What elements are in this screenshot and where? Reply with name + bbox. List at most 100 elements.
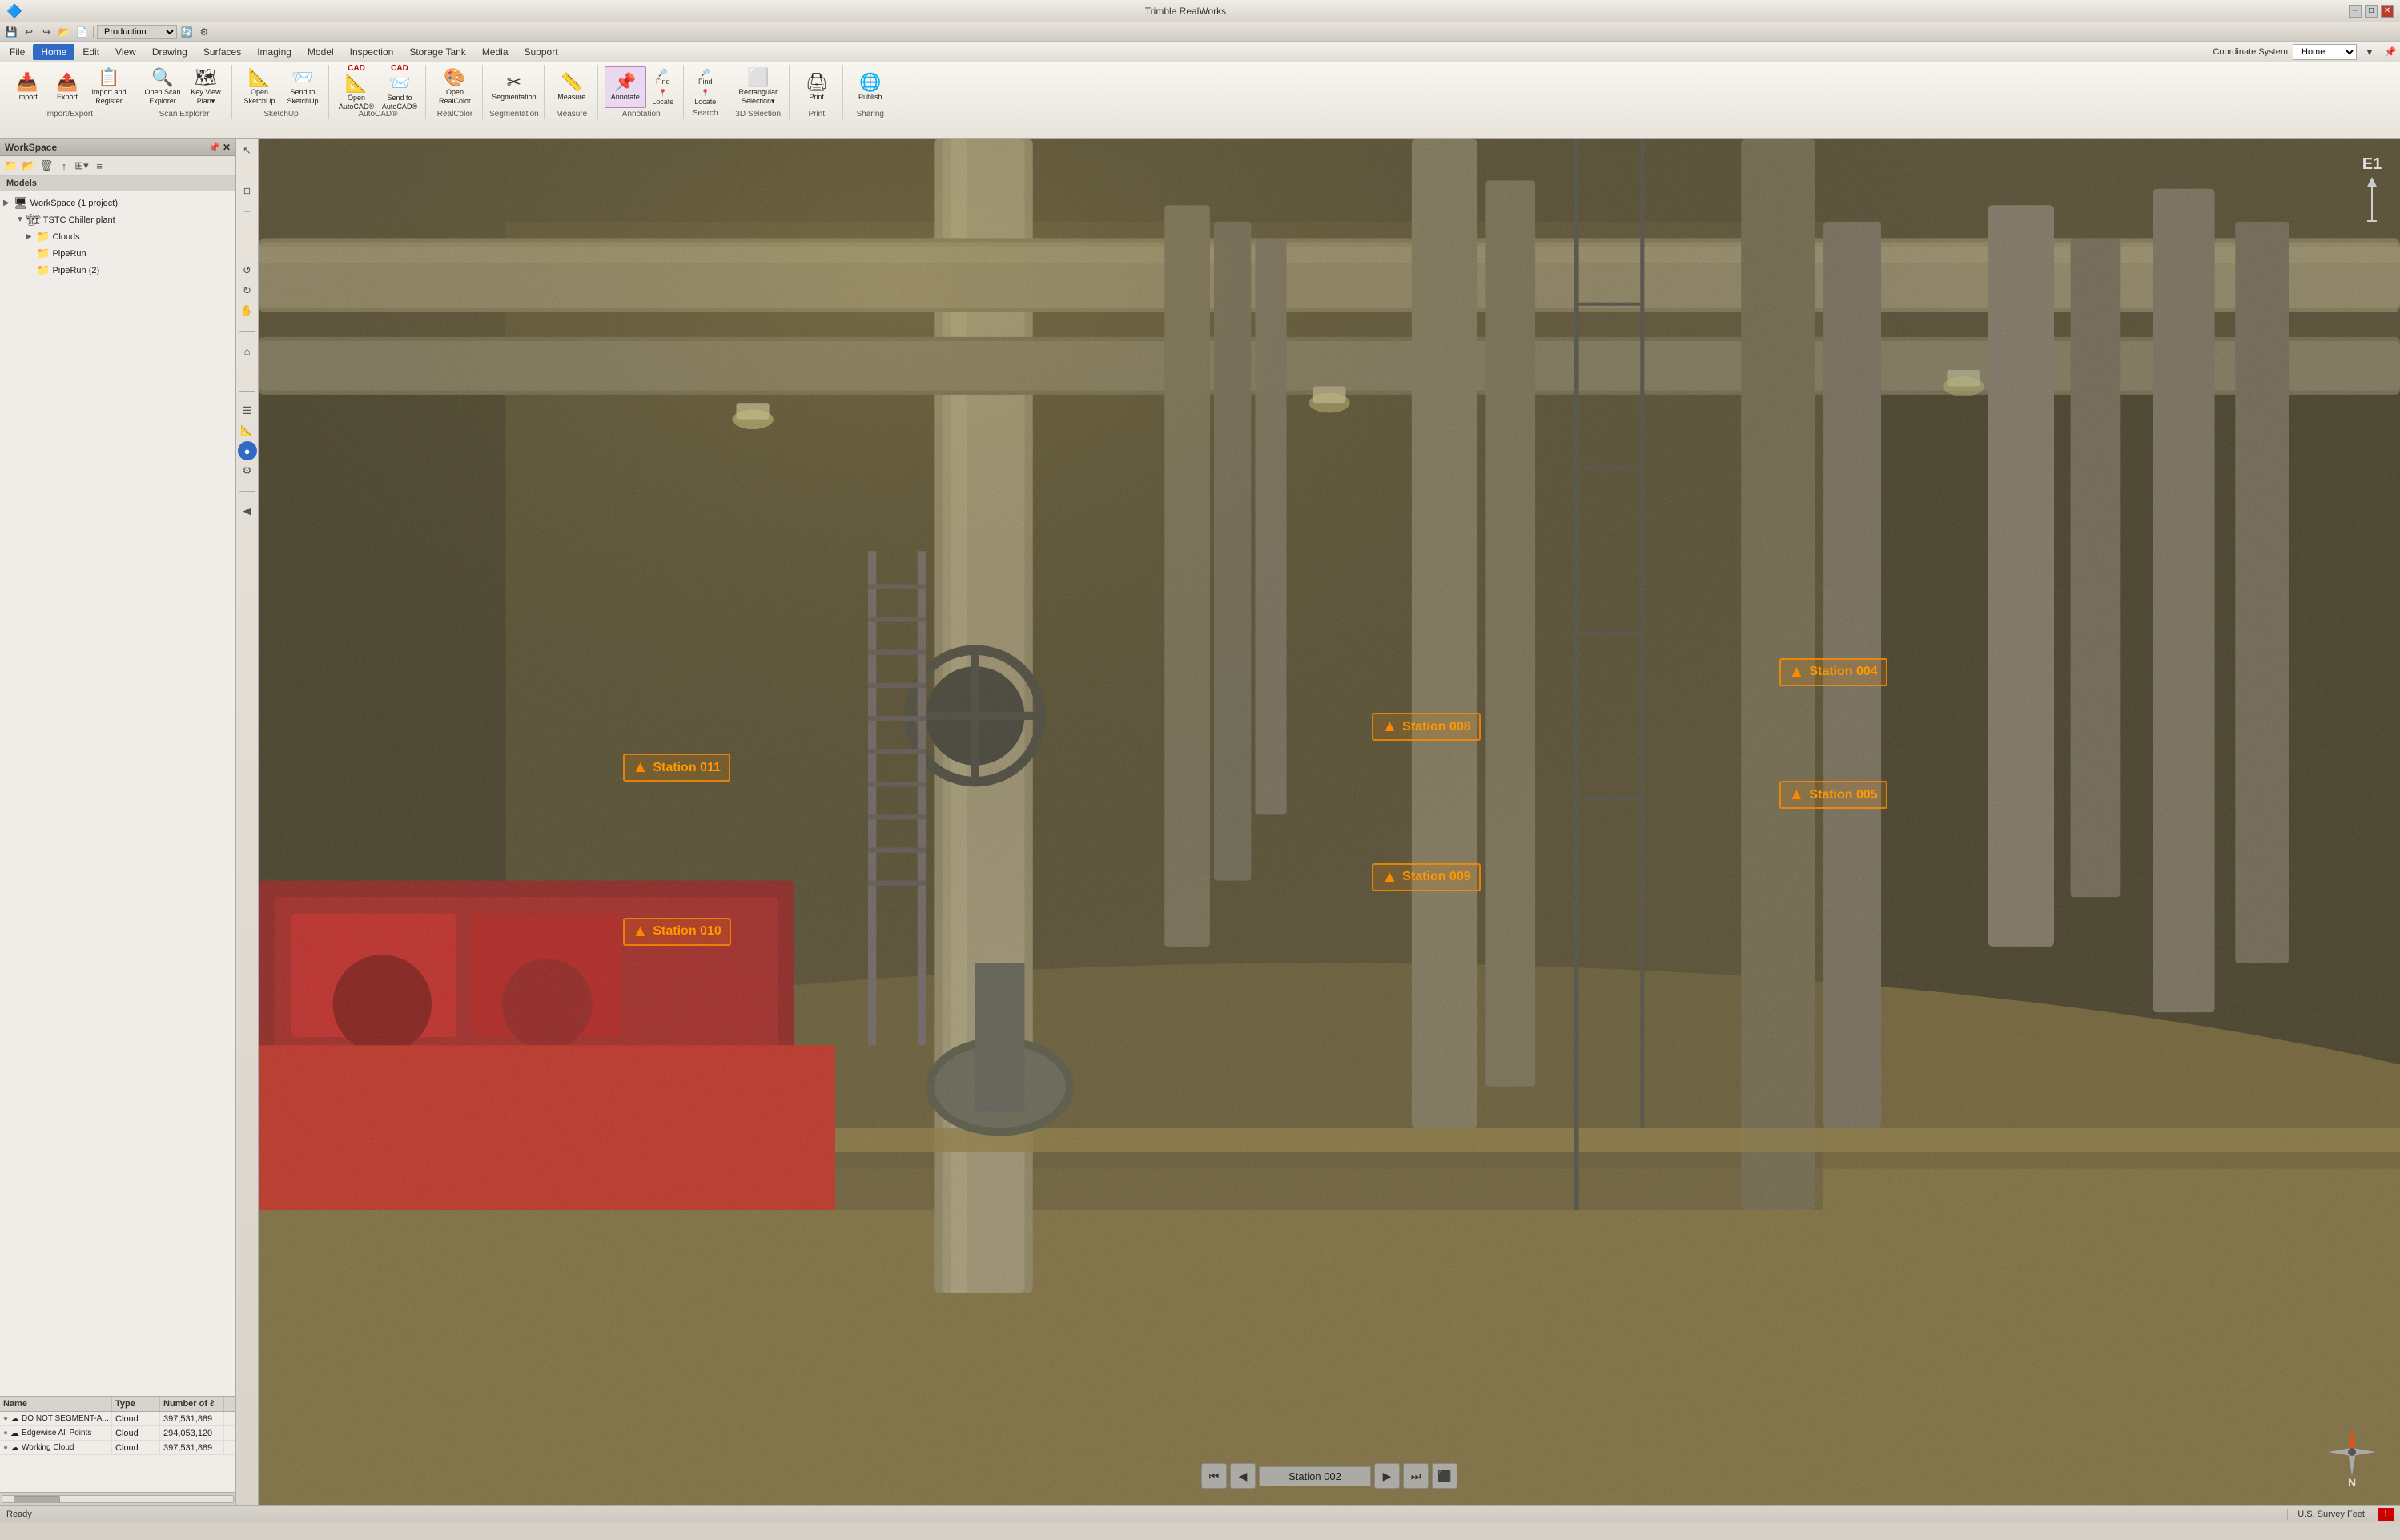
menu-imaging[interactable]: Imaging [249, 44, 299, 60]
key-view-plan-button[interactable]: 🗺 Key View Plan▾ [185, 66, 227, 108]
find-search-button[interactable]: 🔎 Find [690, 67, 721, 86]
left-arrow-button[interactable]: ◀ [238, 501, 257, 521]
station-009-label[interactable]: Station 009 [1372, 863, 1480, 891]
close-button[interactable]: ✕ [2381, 5, 2394, 18]
rectangular-selection-button[interactable]: ⬜ Rectangular Selection▾ [733, 66, 784, 108]
undo-icon[interactable]: ↩ [21, 24, 37, 40]
rotate-left-button[interactable]: ↺ [238, 261, 257, 280]
print-button[interactable]: 🖨 Print [796, 66, 838, 108]
open-icon[interactable]: 📂 [56, 24, 72, 40]
tree-piperun2[interactable]: 📁 PipeRun (2) [3, 262, 232, 279]
open-realcolor-button[interactable]: 🎨 Open RealColor [432, 66, 477, 108]
station-004-label[interactable]: Station 004 [1779, 658, 1887, 686]
open-sketchup-button[interactable]: 📐 Open SketchUp [239, 66, 280, 108]
send-autocad-button[interactable]: CAD 📨 Send to AutoCAD® [379, 66, 420, 108]
ws-up-button[interactable]: ↑ [56, 158, 72, 174]
nav-last-button[interactable]: ⏭ [1403, 1463, 1429, 1489]
menu-inspection[interactable]: Inspection [342, 44, 402, 60]
scroll-thumb[interactable] [14, 1496, 60, 1502]
measure-tool-button[interactable]: 📐 [238, 421, 257, 440]
open-autocad-button[interactable]: CAD 📐 Open AutoCAD® [336, 66, 377, 108]
nav-prev-button[interactable]: ◀ [1230, 1463, 1256, 1489]
qa-separator [93, 26, 94, 38]
table-row[interactable]: ● ☁ Edgewise All Points Cloud 294,053,12… [0, 1426, 235, 1441]
nav-next-button[interactable]: ▶ [1374, 1463, 1400, 1489]
top-view-button[interactable]: ⊤ [238, 361, 257, 380]
station-008-label[interactable]: Station 008 [1372, 713, 1480, 741]
tree-piperun-label: PipeRun [52, 249, 86, 259]
nav-fullscreen-button[interactable]: ⬛ [1432, 1463, 1457, 1489]
zoom-in-button[interactable]: + [238, 201, 257, 220]
tree-clouds[interactable]: ▶ 📁 Clouds [3, 228, 232, 245]
waypoint-button[interactable]: ● [238, 441, 257, 460]
workspace-close-icon[interactable]: ✕ [223, 142, 231, 153]
row2-name-label: Edgewise All Points [22, 1429, 91, 1437]
home-view-button[interactable]: ⌂ [238, 341, 257, 360]
viewport[interactable]: Station 011 Station 010 Station 008 Stat… [259, 139, 2400, 1505]
menu-edit[interactable]: Edit [74, 44, 107, 60]
workspace-pin-icon[interactable]: 📌 [208, 142, 220, 153]
tree-tstc-project[interactable]: ▼ 🏗 TSTC Chiller plant [3, 211, 232, 228]
settings-icon[interactable]: ⚙ [196, 24, 212, 40]
send-sketchup-button[interactable]: 📨 Send to SketchUp [282, 66, 324, 108]
tree-piperun[interactable]: 📁 PipeRun [3, 245, 232, 262]
coord-pin-icon[interactable]: 📌 [2382, 44, 2398, 60]
export-button[interactable]: 📤 Export [48, 66, 86, 108]
save-icon[interactable]: 💾 [3, 24, 19, 40]
menu-model[interactable]: Model [299, 44, 342, 60]
segmentation-button[interactable]: ✂ Segmentation [492, 66, 537, 108]
menu-support[interactable]: Support [517, 44, 566, 60]
project-dropdown[interactable]: Production [97, 25, 177, 39]
import-register-button[interactable]: 📋 Import and Register [88, 66, 130, 108]
rotate-right-button[interactable]: ↻ [238, 281, 257, 300]
menu-home[interactable]: Home [33, 44, 74, 60]
cursor-button[interactable]: ↖ [238, 141, 257, 160]
table-row[interactable]: ● ☁ Working Cloud Cloud 397,531,889 [0, 1441, 235, 1455]
coord-options-icon[interactable]: ▼ [2362, 44, 2378, 60]
measure-button[interactable]: 📏 Measure [551, 66, 593, 108]
publish-button[interactable]: 🌐 Publish [850, 66, 891, 108]
ws-filter-button[interactable]: ≡ [91, 158, 107, 174]
menu-storage-tank[interactable]: Storage Tank [401, 44, 474, 60]
new-icon[interactable]: 📄 [74, 24, 90, 40]
workspace-scrollbar[interactable] [0, 1492, 235, 1505]
locate-button[interactable]: 📍 Locate [648, 88, 678, 107]
station-010-label[interactable]: Station 010 [623, 918, 731, 946]
menu-file[interactable]: File [2, 44, 33, 60]
workspace-models-tab[interactable]: Models [0, 176, 235, 191]
import-icon: 📥 [16, 74, 38, 91]
annotate-button[interactable]: 📌 Annotate [605, 66, 646, 108]
maximize-button[interactable]: □ [2365, 5, 2378, 18]
ws-open-button[interactable]: 📂 [21, 158, 37, 174]
settings-toolbar-button[interactable]: ⚙ [238, 461, 257, 480]
ws-new-folder-button[interactable]: 📁 [3, 158, 19, 174]
find-button[interactable]: 🔎 Find [648, 68, 678, 87]
menu-view[interactable]: View [107, 44, 144, 60]
scroll-track[interactable] [2, 1495, 234, 1503]
import-button[interactable]: 📥 Import [8, 66, 46, 108]
coordinate-system-dropdown[interactable]: Home [2293, 44, 2357, 60]
station-011-label[interactable]: Station 011 [623, 754, 730, 782]
zoom-extents-button[interactable]: ⊞ [238, 181, 257, 200]
menu-drawing[interactable]: Drawing [144, 44, 195, 60]
ws-view-dropdown[interactable]: ⊞▾ [74, 158, 90, 174]
find-search-icon: 🔎 [701, 69, 710, 78]
nav-first-button[interactable]: ⏮ [1201, 1463, 1227, 1489]
layers-button[interactable]: ☰ [238, 401, 257, 420]
tree-workspace-root[interactable]: ▶ 🖥 WorkSpace (1 project) [3, 195, 232, 211]
table-row[interactable]: ● ☁ DO NOT SEGMENT-A... Cloud 397,531,88… [0, 1412, 235, 1426]
refresh-icon[interactable]: 🔄 [179, 24, 195, 40]
zoom-out-button[interactable]: − [238, 221, 257, 240]
row2-dot: ● [3, 1429, 8, 1437]
locate-search-button[interactable]: 📍 Locate [690, 87, 721, 107]
open-scan-explorer-button[interactable]: 🔍 Open Scan Explorer [142, 66, 183, 108]
minimize-button[interactable]: ─ [2349, 5, 2362, 18]
ws-delete-button[interactable]: 🗑 [38, 158, 54, 174]
menu-media[interactable]: Media [474, 44, 517, 60]
col-name-header: Name [0, 1397, 112, 1411]
pan-button[interactable]: ✋ [238, 301, 257, 320]
menu-surfaces[interactable]: Surfaces [195, 44, 249, 60]
col-type-header: Type [112, 1397, 160, 1411]
station-005-label[interactable]: Station 005 [1779, 781, 1887, 809]
redo-icon[interactable]: ↪ [38, 24, 54, 40]
